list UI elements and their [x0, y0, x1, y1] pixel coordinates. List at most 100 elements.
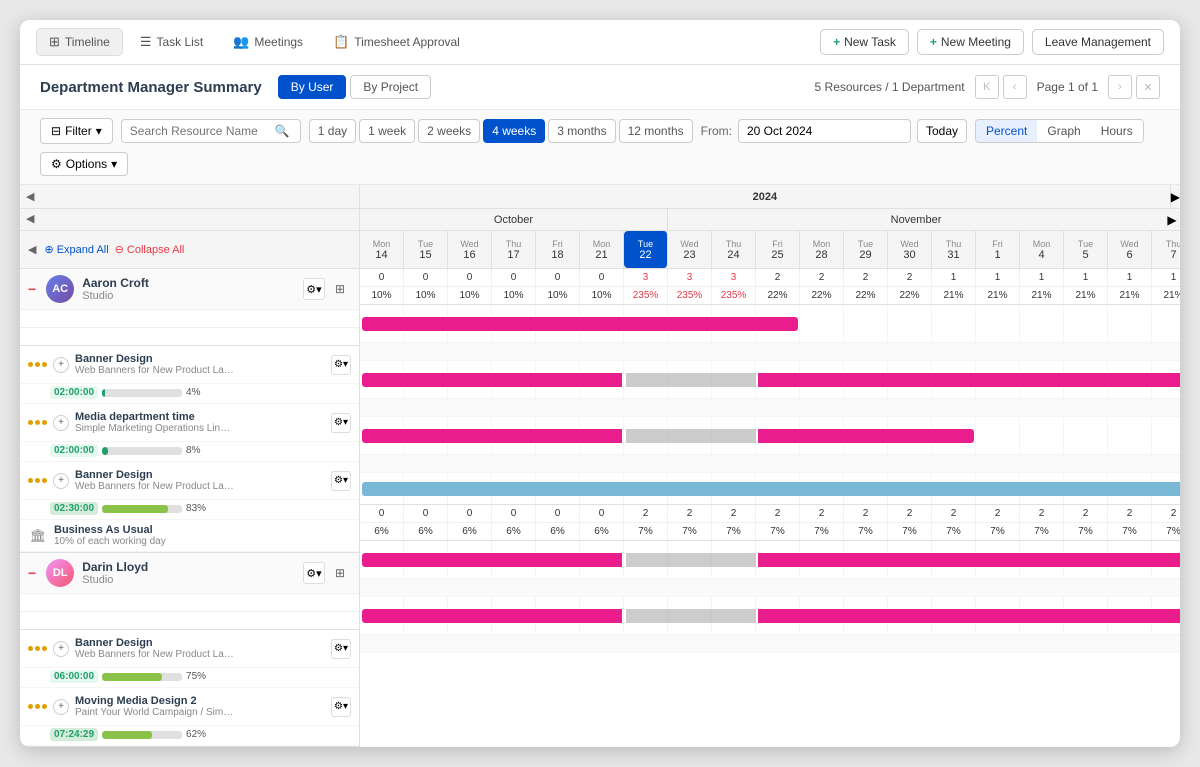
by-user-button[interactable]: By User	[278, 75, 347, 99]
gantt-bar[interactable]	[362, 482, 1180, 496]
day-col-22: Tue22	[624, 231, 668, 268]
task-gear-d2[interactable]: ⚙▾	[331, 697, 351, 717]
stat-cell: 2	[1108, 505, 1152, 522]
stat-cell: 7%	[1152, 523, 1180, 540]
collapse-all-button[interactable]: ⊖ Collapse All	[115, 243, 185, 256]
stat-cell: 0	[360, 505, 404, 522]
user-grid-button-darin[interactable]: ⊞	[329, 562, 351, 584]
tab-timeline[interactable]: ⊞ Timeline	[36, 28, 123, 56]
task-add-t1[interactable]: +	[53, 357, 69, 373]
stat-cell: 22%	[800, 287, 844, 304]
first-page-button[interactable]: K	[975, 75, 999, 99]
task-gear-t2[interactable]: ⚙▾	[331, 413, 351, 433]
stat-cell: 2	[800, 505, 844, 522]
last-page-button[interactable]: ✕	[1136, 75, 1160, 99]
from-label: From:	[701, 124, 732, 138]
stat-cell: 2	[756, 505, 800, 522]
task-dots-d1	[28, 646, 47, 651]
expand-all-button[interactable]: ⊕ Expand All	[44, 243, 108, 256]
date-input[interactable]	[738, 119, 911, 143]
collapse-darin-button[interactable]: −	[28, 565, 36, 581]
task-gear-t1[interactable]: ⚙▾	[331, 355, 351, 375]
stat-cell: 6%	[448, 523, 492, 540]
by-project-button[interactable]: By Project	[350, 75, 431, 99]
year-right-arrow[interactable]: ▶	[1171, 185, 1180, 208]
stat-cell: 1	[1020, 269, 1064, 286]
options-button[interactable]: ⚙ Options ▾	[40, 152, 128, 176]
collapse-aaron-button[interactable]: −	[28, 281, 36, 297]
day-name: Fri	[992, 239, 1003, 249]
tab-tasklist[interactable]: ☰ Task List	[127, 28, 216, 56]
year-2024: 2024	[360, 185, 1171, 208]
user-name-darin: Darin Lloyd	[82, 560, 295, 574]
period-1week-button[interactable]: 1 week	[359, 119, 415, 143]
task-dots-t1	[28, 362, 47, 367]
prev-page-button[interactable]: ‹	[1003, 75, 1027, 99]
user-gear-button-aaron[interactable]: ⚙▾	[303, 278, 325, 300]
percent-view-button[interactable]: Percent	[976, 120, 1037, 142]
task-add-d2[interactable]: +	[53, 699, 69, 715]
day-num: 5	[1082, 249, 1088, 261]
stat-cell: 7%	[712, 523, 756, 540]
user-dept-aaron: Studio	[82, 290, 295, 302]
day-name: Mon	[813, 239, 831, 249]
gantt-bar[interactable]	[362, 317, 798, 331]
task-gear-t3[interactable]: ⚙▾	[331, 471, 351, 491]
dot1	[28, 362, 33, 367]
progress-bar-d1	[102, 673, 162, 681]
stat-cell: 10%	[404, 287, 448, 304]
day-col-5: Tue5	[1064, 231, 1108, 268]
user-header-aaron: − AC Aaron Croft Studio ⚙▾ ⊞	[20, 269, 359, 310]
period-3months-button[interactable]: 3 months	[548, 119, 615, 143]
left-nav-arrow[interactable]: ◀	[26, 190, 34, 203]
darin-task1-progress-row	[360, 579, 1180, 597]
filter-button[interactable]: ⊟ Filter ▾	[40, 118, 113, 144]
stat-cell: 7%	[800, 523, 844, 540]
day-num: 22	[639, 249, 651, 261]
tab-meetings[interactable]: 👥 Meetings	[220, 28, 316, 56]
period-buttons: 1 day 1 week 2 weeks 4 weeks 3 months 12…	[309, 119, 693, 143]
today-button[interactable]: Today	[917, 119, 967, 143]
user-gear-button-darin[interactable]: ⚙▾	[303, 562, 325, 584]
graph-view-button[interactable]: Graph	[1037, 120, 1090, 142]
day-num: 31	[947, 249, 959, 261]
new-task-button[interactable]: + New Task	[820, 29, 909, 55]
day-num: 25	[771, 249, 783, 261]
task-project-t3: Web Banners for New Product Launch /	[75, 481, 235, 492]
stat-cell: 0	[448, 269, 492, 286]
month-right-arrow[interactable]: ▶	[1164, 209, 1180, 230]
left-nav-arrow3[interactable]: ◀	[28, 243, 36, 256]
task-info-d1: Banner Design Web Banners for New Produc…	[75, 637, 325, 660]
leave-management-button[interactable]: Leave Management	[1032, 29, 1164, 55]
period-12months-button[interactable]: 12 months	[619, 119, 693, 143]
left-nav-arrow2[interactable]: ◀	[20, 209, 359, 228]
stat-cell: 7%	[624, 523, 668, 540]
user-grid-button-aaron[interactable]: ⊞	[329, 278, 351, 300]
next-page-button[interactable]: ›	[1108, 75, 1132, 99]
search-box: 🔍	[121, 119, 301, 143]
search-input[interactable]	[130, 124, 270, 138]
hours-view-button[interactable]: Hours	[1091, 120, 1143, 142]
day-name: Wed	[460, 239, 478, 249]
tab-timesheet[interactable]: 📋 Timesheet Approval	[320, 28, 473, 56]
month-nav-row: ◀	[20, 209, 359, 231]
day-num: 17	[507, 249, 519, 261]
day-name: Thu	[506, 239, 522, 249]
user-dept-darin: Studio	[82, 574, 295, 586]
stat-cell: 2	[844, 505, 888, 522]
new-meeting-button[interactable]: + New Meeting	[917, 29, 1024, 55]
task-add-t2[interactable]: +	[53, 415, 69, 431]
stat-cell: 1	[1108, 269, 1152, 286]
period-2weeks-button[interactable]: 2 weeks	[418, 119, 480, 143]
pagination: K ‹	[975, 75, 1027, 99]
period-1day-button[interactable]: 1 day	[309, 119, 356, 143]
view-mode-buttons: Percent Graph Hours	[975, 119, 1144, 143]
filter-chevron-icon: ▾	[96, 124, 102, 138]
task-add-d1[interactable]: +	[53, 641, 69, 657]
gantt-bar-seg3	[758, 609, 1180, 623]
day-col-30: Wed30	[888, 231, 932, 268]
task-gear-d1[interactable]: ⚙▾	[331, 639, 351, 659]
period-4weeks-button[interactable]: 4 weeks	[483, 119, 545, 143]
task-add-t3[interactable]: +	[53, 473, 69, 489]
stat-cell: 0	[580, 269, 624, 286]
